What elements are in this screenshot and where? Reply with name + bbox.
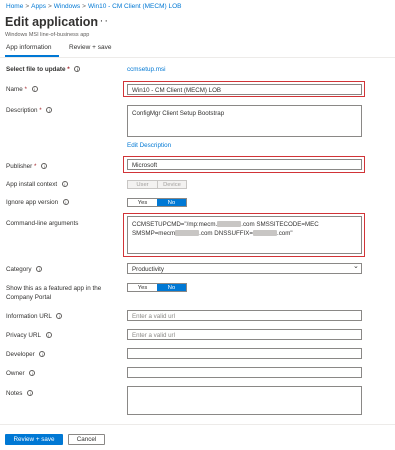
name-label: Name * i xyxy=(6,86,38,93)
featured-label-line-1: Show this as a featured app in the xyxy=(6,284,101,293)
cmdline-text: SMSMP=mecm xyxy=(132,230,176,237)
developer-input[interactable] xyxy=(127,348,362,359)
select-file-link[interactable]: ccmsetup.msi xyxy=(127,66,166,73)
required-marker: * xyxy=(67,66,70,73)
page-title: Edit application xyxy=(5,15,99,29)
name-label-text: Name xyxy=(6,86,23,93)
featured-label: Show this as a featured app in the Compa… xyxy=(6,284,101,302)
name-input[interactable]: Win10 - CM Client (MECM) LOB xyxy=(127,84,362,95)
owner-label-text: Owner xyxy=(6,370,25,377)
cmdline-line-1: CCMSETUPCMD="/mp:mecm. .com SMSSITECODE=M… xyxy=(132,220,357,229)
cancel-button[interactable]: Cancel xyxy=(68,434,105,445)
info-icon[interactable]: i xyxy=(62,199,69,206)
install-context-toggle: User Device xyxy=(127,180,187,189)
info-icon[interactable]: i xyxy=(36,266,43,273)
ignore-version-no[interactable]: No xyxy=(157,199,186,206)
breadcrumb: Home > Apps > Windows > Win10 - CM Client (MEC… xyxy=(6,3,181,10)
install-context-device: Device xyxy=(156,181,186,188)
publisher-label-text: Publisher xyxy=(6,163,33,170)
select-file-label-text: Select file to update xyxy=(6,66,66,73)
featured-label-text: Company Portal xyxy=(6,294,52,301)
info-icon[interactable]: i xyxy=(29,370,36,377)
info-icon[interactable]: i xyxy=(39,351,46,358)
redacted-block xyxy=(252,230,277,237)
info-icon[interactable]: i xyxy=(74,66,81,73)
description-label: Description * i xyxy=(6,107,53,114)
cmdline-label-text: Command-line arguments xyxy=(6,220,79,227)
info-icon[interactable]: i xyxy=(46,107,53,114)
required-marker: * xyxy=(39,107,42,114)
cmdline-textarea[interactable]: CCMSETUPCMD="/mp:mecm. .com SMSSITECODE=M… xyxy=(127,216,362,254)
info-icon[interactable]: i xyxy=(27,390,34,397)
breadcrumb-separator: > xyxy=(82,3,86,10)
tab-review-save[interactable]: Review + save xyxy=(69,44,111,51)
privacy-url-label: Privacy URL i xyxy=(6,332,52,339)
category-select[interactable]: Productivity xyxy=(127,263,362,274)
required-marker: * xyxy=(34,163,37,170)
info-url-label: Information URL i xyxy=(6,313,63,320)
featured-no[interactable]: No xyxy=(157,284,186,291)
category-label: Category i xyxy=(6,266,43,273)
redacted-block xyxy=(217,221,242,228)
owner-label: Owner i xyxy=(6,370,36,377)
info-icon[interactable]: i xyxy=(31,86,38,93)
description-label-text: Description xyxy=(6,107,38,114)
ignore-version-label: Ignore app version i xyxy=(6,199,69,206)
developer-label-text: Developer xyxy=(6,351,35,358)
category-label-text: Category xyxy=(6,266,32,273)
notes-textarea[interactable] xyxy=(127,386,362,415)
footer-divider xyxy=(0,424,395,425)
info-icon[interactable]: i xyxy=(56,313,63,320)
breadcrumb-apps[interactable]: Apps xyxy=(31,3,46,10)
breadcrumb-windows[interactable]: Windows xyxy=(54,3,80,10)
notes-label-text: Notes xyxy=(6,390,23,397)
cmdline-line-2: SMSMP=mecm .com DNSSUFFIX= .com" xyxy=(132,229,357,238)
breadcrumb-separator: > xyxy=(47,3,52,10)
info-icon[interactable]: i xyxy=(45,332,52,339)
install-context-label: App install context i xyxy=(6,181,68,188)
publisher-input[interactable]: Microsoft xyxy=(127,159,362,170)
page-subtitle: Windows MSI line-of-business app xyxy=(5,32,90,38)
privacy-url-input[interactable]: Enter a valid url xyxy=(127,329,362,340)
redacted-block xyxy=(175,230,200,237)
info-icon[interactable]: i xyxy=(41,163,48,170)
review-save-button[interactable]: Review + save xyxy=(5,434,63,445)
cmdline-text: CCMSETUPCMD="/mp:mecm. xyxy=(132,221,218,228)
featured-yes[interactable]: Yes xyxy=(128,284,157,291)
info-icon[interactable]: i xyxy=(61,181,68,188)
category-value: Productivity xyxy=(132,266,164,273)
ignore-version-toggle: Yes No xyxy=(127,198,187,207)
cmdline-text: .com" xyxy=(276,230,293,237)
chevron-down-icon[interactable]: ⌄ xyxy=(353,262,359,270)
info-url-input[interactable]: Enter a valid url xyxy=(127,310,362,321)
install-context-user: User xyxy=(128,181,157,188)
owner-input[interactable] xyxy=(127,367,362,378)
select-file-label: Select file to update * i xyxy=(6,66,81,73)
cmdline-text: .com SMSSITECODE=MEC xyxy=(241,221,319,228)
description-display: ConfigMgr Client Setup Bootstrap xyxy=(127,105,362,137)
developer-label: Developer i xyxy=(6,351,46,358)
cmdline-label: Command-line arguments xyxy=(6,220,78,227)
ignore-version-yes[interactable]: Yes xyxy=(128,199,157,206)
breadcrumb-home[interactable]: Home xyxy=(6,3,23,10)
breadcrumb-app[interactable]: Win10 - CM Client (MECM) LOB xyxy=(88,3,182,10)
install-context-label-text: App install context xyxy=(6,181,58,188)
ellipsis-icon[interactable]: ··· xyxy=(95,15,109,27)
info-url-label-text: Information URL xyxy=(6,313,52,320)
tab-app-information[interactable]: App information xyxy=(6,44,52,51)
featured-label-text: Show this as a featured app in the xyxy=(6,285,102,292)
breadcrumb-separator: > xyxy=(25,3,30,10)
featured-toggle: Yes No xyxy=(127,283,187,292)
edit-description-link[interactable]: Edit Description xyxy=(127,142,171,149)
tab-divider xyxy=(0,57,395,58)
publisher-label: Publisher * i xyxy=(6,163,48,170)
ignore-version-label-text: Ignore app version xyxy=(6,199,59,206)
notes-label: Notes i xyxy=(6,390,34,397)
featured-label-line-2: Company Portal xyxy=(6,293,101,302)
privacy-url-label-text: Privacy URL xyxy=(6,332,41,339)
cmdline-text: .com DNSSUFFIX= xyxy=(199,230,253,237)
required-marker: * xyxy=(24,86,27,93)
